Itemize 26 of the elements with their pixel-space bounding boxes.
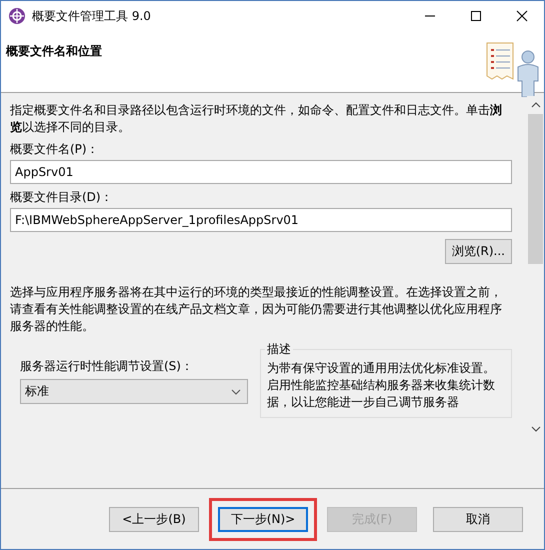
wizard-button[interactable]: 取消 (433, 506, 523, 532)
profile-name-field[interactable]: AppSrv01 (10, 160, 512, 184)
chevron-down-icon[interactable] (530, 426, 540, 432)
description-text: 为带有保守设置的通用用法优化标准设置。 (267, 360, 496, 377)
chevron-up-icon[interactable] (530, 102, 540, 108)
description-text: 启用性能监控基础结构服务器来收集统计数 (267, 377, 496, 394)
profile-directory-field[interactable]: F:\IBMWebSphereAppServer_1profilesAppSrv01 (10, 208, 512, 232)
description-text: 据，以让您能进一步自己调节服务器 (267, 394, 460, 411)
field-label: 概要文件目录(D)： (10, 189, 114, 205)
page-heading: 概要文件名和位置 (6, 43, 102, 60)
intro-text: 指定概要文件名和目录路径以包含运行时环境的文件，如命令、配置文件和日志文件。单击浏览以选择不同的目录。 (10, 102, 503, 136)
chevron-down-icon (231, 388, 241, 394)
app-logo-icon (8, 7, 26, 25)
field-label: 概要文件名(P)： (10, 141, 100, 157)
maximize-icon[interactable] (470, 10, 482, 22)
wizard-button[interactable]: <上一步(B) (109, 506, 199, 532)
browse-button[interactable]: 浏览(R)... (444, 239, 512, 264)
window-title: 概要文件管理工具 9.0 (32, 8, 151, 24)
tuning-dropdown[interactable]: 标准 (20, 379, 248, 404)
scrollbar-thumb[interactable] (528, 114, 543, 264)
tuning-text: 选择与应用程序服务器将在其中运行的环境的类型最接近的性能调整设置。在选择设置之前，请查看有关性能调整设置的在线产品文档文章，因为可能仍需要进行其他调整以优化应用程序服务器的性能。 (10, 284, 503, 335)
checklist-person-icon (485, 41, 541, 97)
group-legend: 描述 (265, 341, 293, 358)
close-icon[interactable] (516, 10, 528, 22)
field-label: 服务器运行时性能调节设置(S)： (20, 358, 194, 374)
wizard-button[interactable]: 下一步(N)> (218, 506, 308, 532)
